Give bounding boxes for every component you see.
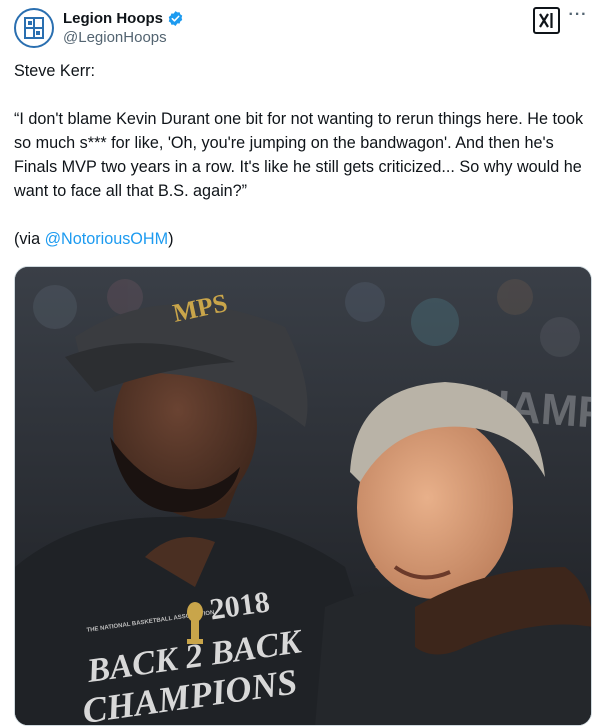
display-name[interactable]: Legion Hoops	[63, 10, 163, 27]
mention-link[interactable]: @NotoriousOHM	[45, 230, 168, 248]
tweet-line-speaker: Steve Kerr:	[14, 62, 95, 80]
tweet-quote: “I don't blame Kevin Durant one bit for …	[14, 110, 584, 200]
tweet-text: Steve Kerr: “I don't blame Kevin Durant …	[14, 59, 592, 251]
avatar[interactable]	[14, 8, 54, 48]
photo-illustration: CHAMPIO MPS 2018 BACK 2 BACK CHAMPIONS T…	[15, 267, 591, 725]
via-prefix: (via	[14, 230, 45, 248]
tweet-header: Legion Hoops @LegionHoops ···	[14, 7, 588, 48]
tweet-photo[interactable]: CHAMPIO MPS 2018 BACK 2 BACK CHAMPIONS T…	[14, 266, 592, 726]
more-options-button[interactable]: ···	[568, 7, 588, 28]
handle[interactable]: @LegionHoops	[63, 29, 184, 46]
tweet-via: (via @NotoriousOHM)	[14, 227, 592, 251]
legion-hoops-logo-icon	[24, 17, 44, 39]
verified-badge-icon	[168, 10, 183, 26]
grok-icon	[539, 13, 553, 28]
grok-button[interactable]	[533, 7, 560, 34]
via-suffix: )	[168, 230, 174, 248]
